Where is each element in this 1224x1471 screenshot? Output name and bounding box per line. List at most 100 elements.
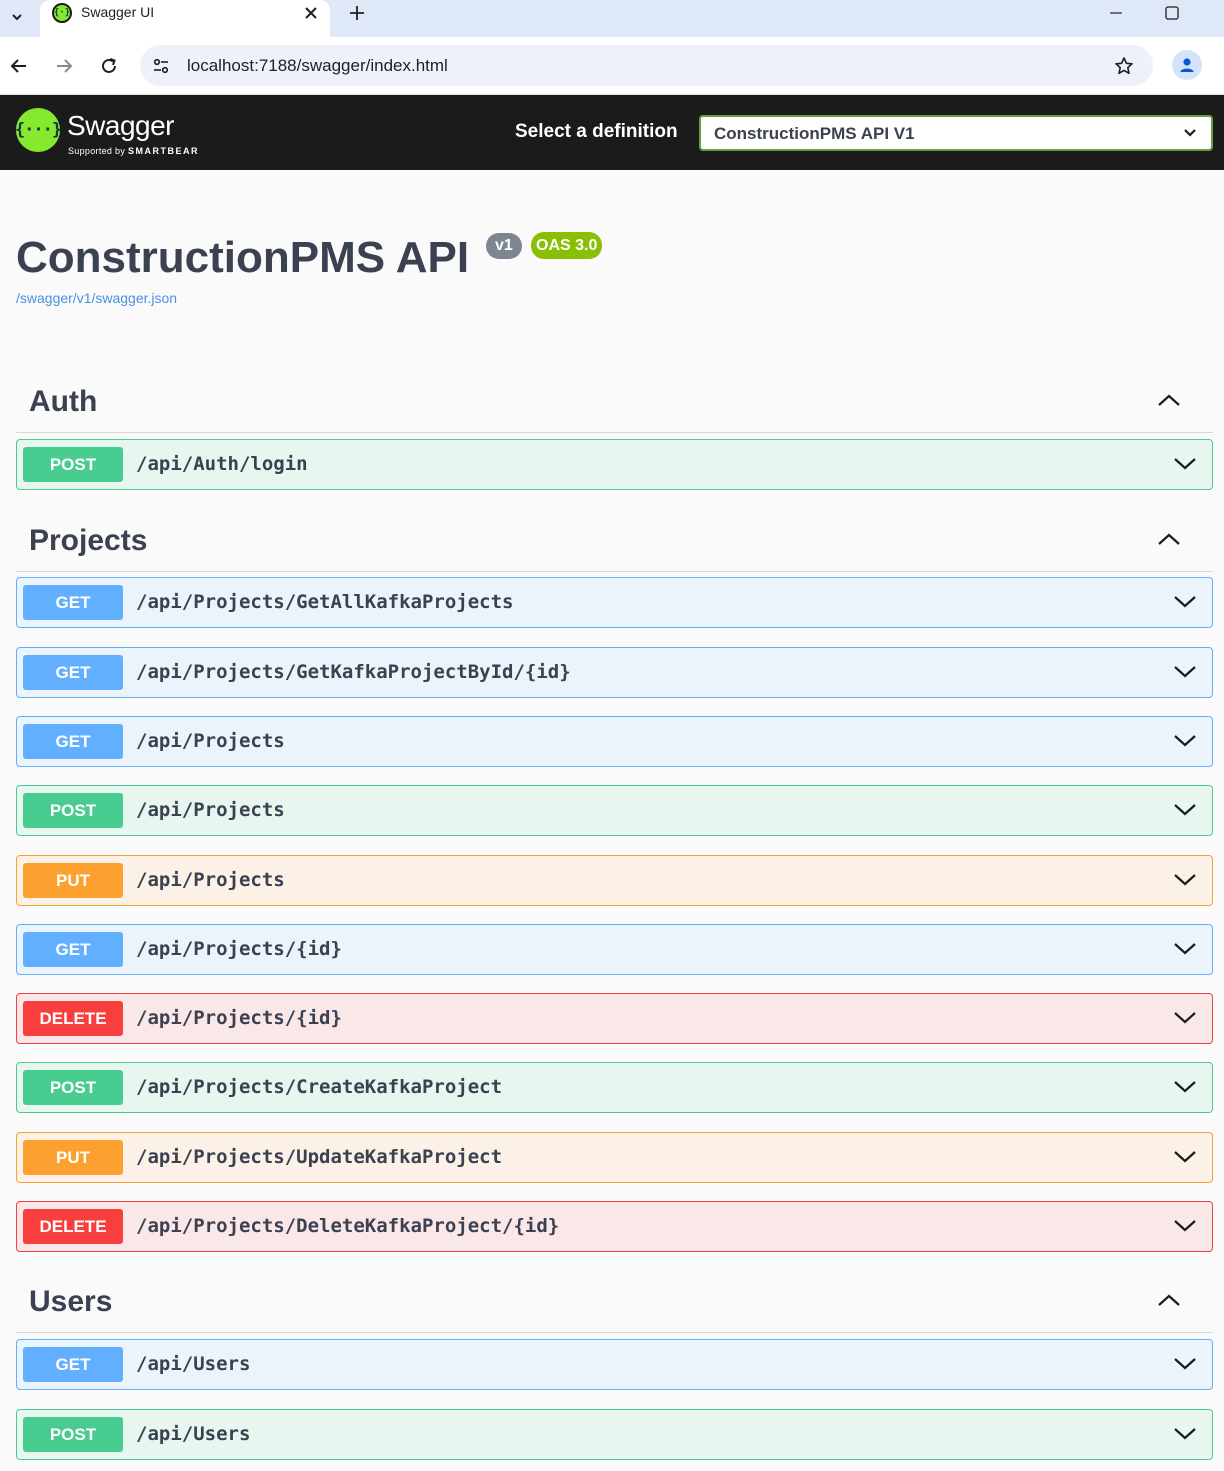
operation-get-users[interactable]: GET /api/Users	[16, 1339, 1213, 1390]
operation-path: /api/Projects/GetAllKafkaProjects	[136, 591, 514, 613]
method-badge: PUT	[23, 1140, 123, 1175]
method-badge: POST	[23, 793, 123, 828]
operation-path: /api/Projects/GetKafkaProjectById/{id}	[136, 661, 571, 683]
operation-path: /api/Projects/UpdateKafkaProject	[136, 1146, 503, 1168]
tab-close-button[interactable]	[298, 0, 324, 26]
version-badge: v1	[486, 233, 522, 259]
star-icon	[1115, 57, 1133, 75]
operation-get-all-kafka-projects[interactable]: GET /api/Projects/GetAllKafkaProjects	[16, 577, 1213, 628]
reload-button[interactable]	[94, 51, 124, 81]
method-badge: DELETE	[23, 1001, 123, 1036]
operation-get-kafka-project-by-id[interactable]: GET /api/Projects/GetKafkaProjectById/{i…	[16, 647, 1213, 698]
bookmark-button[interactable]	[1111, 53, 1137, 79]
tag-name: Auth	[29, 385, 98, 418]
operation-path: /api/Projects/CreateKafkaProject	[136, 1076, 503, 1098]
definition-select[interactable]: ConstructionPMS API V1	[699, 115, 1213, 151]
method-badge: GET	[23, 585, 123, 620]
method-badge: POST	[23, 447, 123, 482]
forward-button[interactable]	[49, 51, 79, 81]
chevron-down-icon[interactable]	[1172, 1353, 1198, 1375]
chevron-down-icon[interactable]	[1172, 453, 1198, 475]
tab-title: Swagger UI	[81, 4, 155, 20]
operation-path: /api/Auth/login	[136, 453, 308, 475]
chevron-down-icon[interactable]	[1172, 799, 1198, 821]
spec-json-link[interactable]: /swagger/v1/swagger.json	[16, 290, 177, 306]
swagger-logo-icon[interactable]: {···}	[15, 108, 62, 152]
browser-tab[interactable]: {·} Swagger UI	[40, 0, 330, 37]
close-icon	[305, 7, 317, 19]
swagger-favicon-icon: {·}	[52, 3, 72, 23]
method-badge: DELETE	[23, 1209, 123, 1244]
minimize-icon	[1110, 12, 1122, 14]
operation-path: /api/Projects/{id}	[136, 1007, 342, 1029]
new-tab-button[interactable]	[343, 0, 371, 26]
chevron-down-icon[interactable]	[1172, 730, 1198, 752]
swagger-topbar: {···} Swagger Supported by SMARTBEAR Sel…	[0, 95, 1224, 170]
maximize-icon	[1165, 6, 1179, 20]
back-button[interactable]	[4, 51, 34, 81]
tag-header-auth[interactable]: Auth	[16, 371, 1213, 433]
oas-badge: OAS 3.0	[531, 232, 603, 259]
tag-header-users[interactable]: Users	[16, 1271, 1213, 1333]
tag-name: Projects	[29, 524, 148, 557]
tune-icon	[153, 58, 169, 74]
arrow-left-icon	[10, 59, 26, 73]
address-bar[interactable]: localhost:7188/swagger/index.html	[140, 45, 1153, 86]
method-badge: GET	[23, 932, 123, 967]
browser-tab-bar: {·} Swagger UI	[0, 0, 1224, 37]
method-badge: POST	[23, 1417, 123, 1452]
swagger-logo-text: Swagger	[67, 110, 175, 141]
chevron-down-icon	[1181, 124, 1199, 142]
operation-post-projects[interactable]: POST /api/Projects	[16, 785, 1213, 836]
select-definition-label: Select a definition	[515, 121, 678, 142]
chevron-up-icon[interactable]	[1155, 528, 1183, 550]
url-text: localhost:7188/swagger/index.html	[187, 56, 448, 75]
chevron-up-icon[interactable]	[1155, 1289, 1183, 1311]
arrow-right-icon	[57, 59, 73, 73]
chevron-down-icon[interactable]	[1172, 1423, 1198, 1445]
operation-delete-project-by-id[interactable]: DELETE /api/Projects/{id}	[16, 993, 1213, 1044]
chevron-down-icon[interactable]	[1172, 869, 1198, 891]
operation-post-auth-login[interactable]: POST /api/Auth/login	[16, 439, 1213, 490]
chevron-down-icon[interactable]	[1172, 1007, 1198, 1029]
tag-name: Users	[29, 1285, 113, 1318]
chevron-down-icon[interactable]	[1172, 591, 1198, 613]
site-info-button[interactable]	[148, 53, 174, 79]
method-badge: GET	[23, 1347, 123, 1382]
person-icon	[1180, 58, 1194, 72]
tag-header-projects[interactable]: Projects	[16, 510, 1213, 572]
swagger-logo-subtitle: Supported by SMARTBEAR	[68, 146, 199, 156]
plus-icon	[350, 6, 364, 20]
chevron-down-icon[interactable]	[1172, 1215, 1198, 1237]
chevron-down-icon[interactable]	[1172, 661, 1198, 683]
window-maximize-button[interactable]	[1156, 0, 1188, 26]
browser-toolbar: localhost:7188/swagger/index.html	[0, 37, 1224, 95]
chevron-down-icon	[12, 14, 22, 21]
chevron-down-icon[interactable]	[1172, 1076, 1198, 1098]
operation-delete-kafka-project[interactable]: DELETE /api/Projects/DeleteKafkaProject/…	[16, 1201, 1213, 1252]
operation-post-create-kafka-project[interactable]: POST /api/Projects/CreateKafkaProject	[16, 1062, 1213, 1113]
operation-get-projects[interactable]: GET /api/Projects	[16, 716, 1213, 767]
operation-put-projects[interactable]: PUT /api/Projects	[16, 855, 1213, 906]
tab-search-button[interactable]	[4, 4, 30, 30]
operation-path: /api/Projects	[136, 869, 285, 891]
operation-put-update-kafka-project[interactable]: PUT /api/Projects/UpdateKafkaProject	[16, 1132, 1213, 1183]
operation-path: /api/Projects	[136, 799, 285, 821]
api-title: ConstructionPMS API	[16, 233, 470, 282]
chevron-down-icon[interactable]	[1172, 1146, 1198, 1168]
operation-path: /api/Projects	[136, 730, 285, 752]
window-minimize-button[interactable]	[1100, 0, 1132, 26]
method-badge: GET	[23, 724, 123, 759]
chevron-down-icon[interactable]	[1172, 938, 1198, 960]
method-badge: GET	[23, 655, 123, 690]
operation-path: /api/Users	[136, 1353, 251, 1375]
operation-get-project-by-id[interactable]: GET /api/Projects/{id}	[16, 924, 1213, 975]
reload-icon	[102, 58, 116, 73]
method-badge: POST	[23, 1070, 123, 1105]
chevron-up-icon[interactable]	[1155, 389, 1183, 411]
operation-path: /api/Users	[136, 1423, 251, 1445]
definition-select-value: ConstructionPMS API V1	[714, 124, 915, 143]
operation-post-users[interactable]: POST /api/Users	[16, 1409, 1213, 1460]
profile-button[interactable]	[1172, 50, 1202, 80]
method-badge: PUT	[23, 863, 123, 898]
